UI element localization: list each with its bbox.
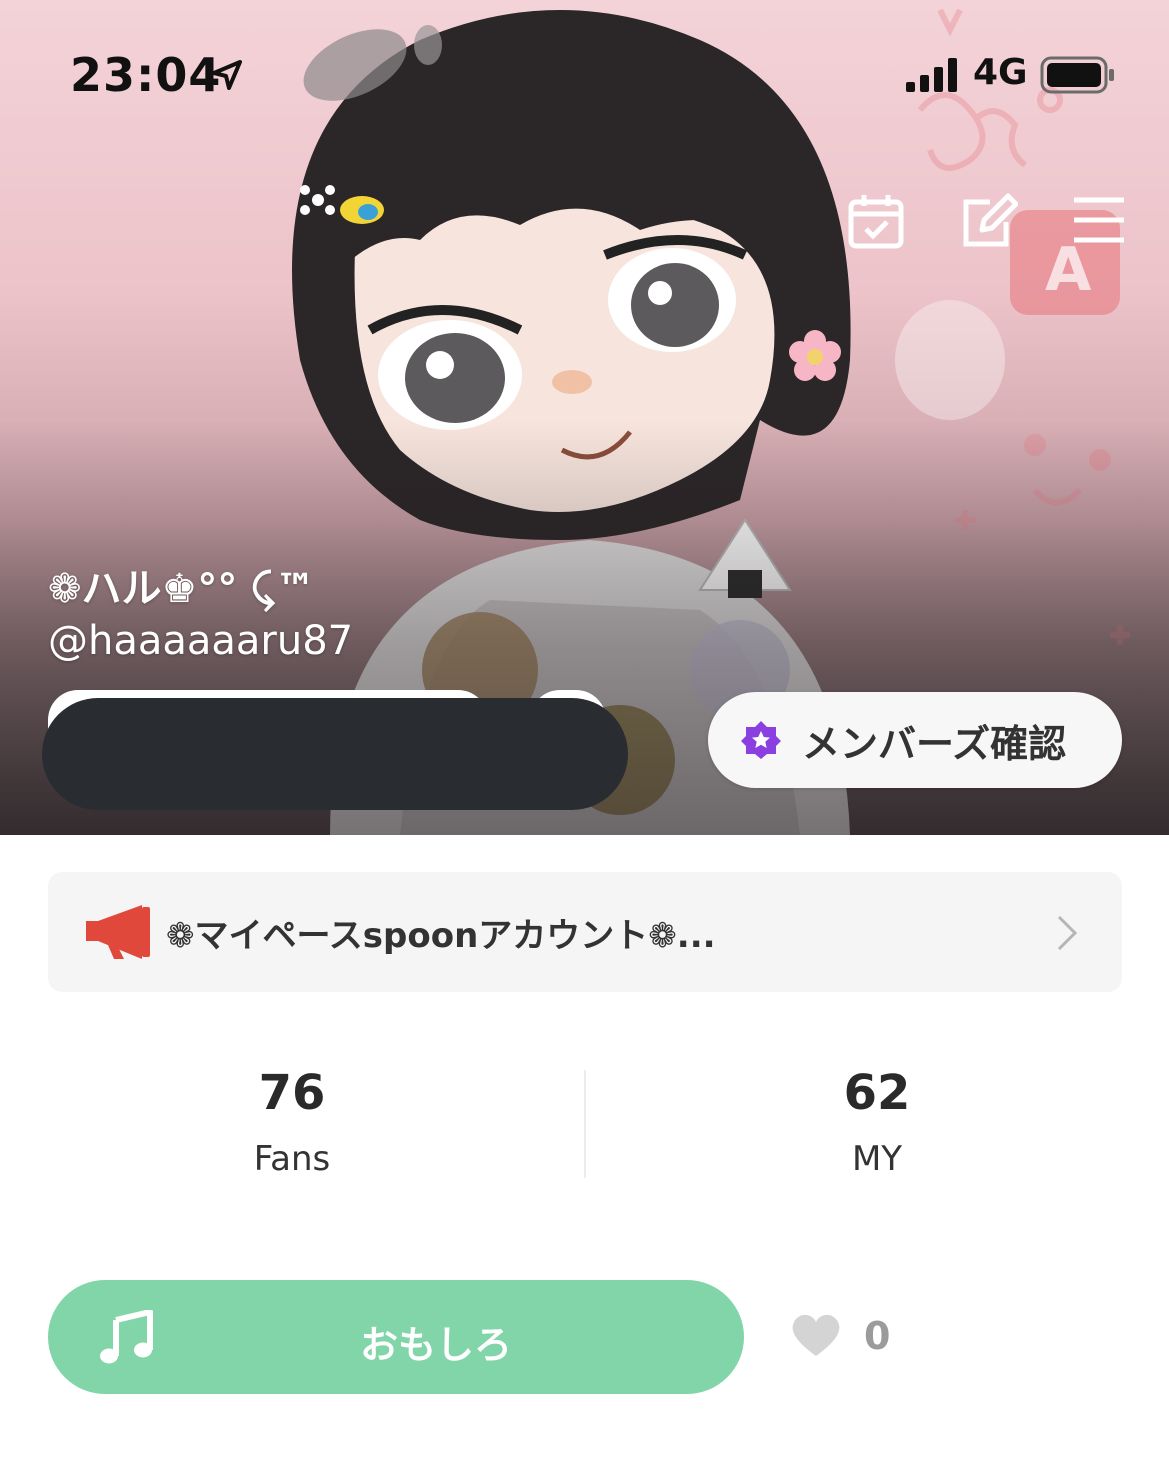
status-time: 23:04 [70,48,222,102]
members-check-label: メンバーズ確認 [802,721,1067,766]
battery-icon [1040,56,1114,94]
stats-divider [584,1070,586,1178]
my-label: MY [851,1139,903,1179]
cast-title: おもしろ [359,1323,512,1367]
announcement-banner[interactable]: ❁マイペースspoonアカウント❁... [48,872,1122,992]
signal-bars-icon [906,58,957,92]
fans-count: 76 [258,1065,326,1121]
my-count: 62 [843,1065,911,1121]
stat-my[interactable]: 62 MY [727,1065,1027,1179]
chevron-right-icon [1057,915,1078,951]
stat-fans[interactable]: 76 Fans [142,1065,442,1179]
calendar-check-icon[interactable] [847,192,905,250]
cast-play-button[interactable]: おもしろ [48,1280,744,1394]
redacted-block [42,698,628,810]
members-check-button[interactable]: メンバーズ確認 [708,692,1122,788]
flower-badge-icon [741,721,781,759]
network-type: 4G [973,52,1028,93]
profile-nickname: ❁ハル♚°° ⤹™ [48,566,316,612]
edit-icon[interactable] [960,192,1018,250]
location-arrow-icon [212,60,242,90]
menu-icon[interactable] [1070,192,1128,250]
megaphone-icon [86,905,150,959]
announcement-text: ❁マイペースspoonアカウント❁... [166,915,716,956]
profile-user-id: @haaaaaaru87 [48,618,354,664]
heart-icon[interactable] [790,1312,842,1358]
like-count: 0 [864,1314,891,1358]
fans-label: Fans [253,1139,331,1179]
